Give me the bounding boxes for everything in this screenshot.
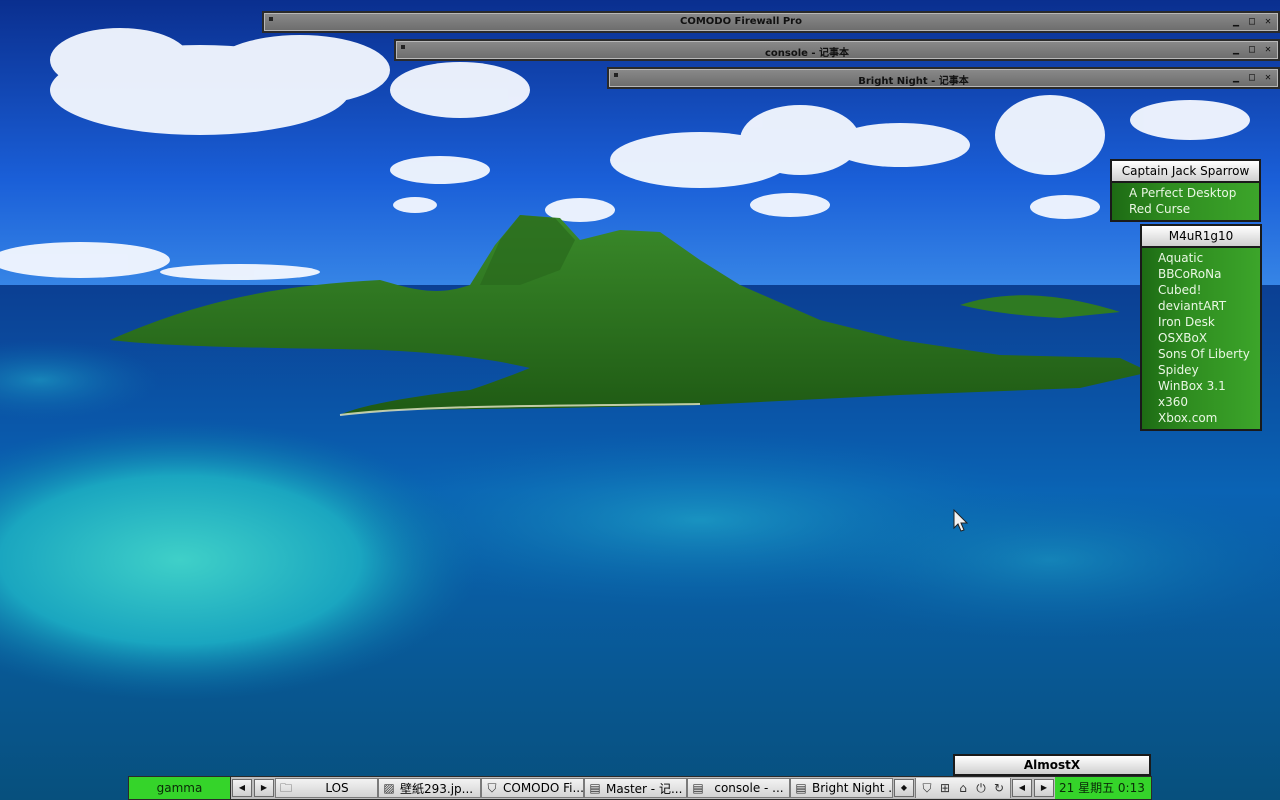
window-title: console - 记事本 bbox=[764, 48, 850, 59]
menu-item[interactable]: Iron Desk bbox=[1158, 314, 1260, 330]
mouse-icon[interactable]: ⌂ bbox=[955, 780, 971, 796]
menu-title[interactable]: Captain Jack Sparrow bbox=[1112, 161, 1259, 183]
task-label: 壁紙293.jp... bbox=[400, 781, 474, 796]
notepad-icon: ▤ bbox=[692, 781, 704, 795]
next-workspace-button[interactable]: ▶ bbox=[254, 779, 274, 797]
almostx-label[interactable]: AlmostX bbox=[953, 754, 1151, 776]
tray-toggle-button[interactable]: ◆ bbox=[894, 779, 914, 797]
menu-captain-jack-sparrow: Captain Jack Sparrow A Perfect Desktop R… bbox=[1110, 159, 1261, 222]
menu-item[interactable]: Cubed! bbox=[1158, 282, 1260, 298]
clock[interactable]: 21 星期五 0:13 bbox=[1055, 777, 1151, 799]
task-label: Master - 记... bbox=[606, 781, 683, 796]
close-button[interactable]: ✕ bbox=[1260, 15, 1276, 29]
folder-icon: 🗀 bbox=[279, 781, 292, 795]
close-button[interactable]: ✕ bbox=[1260, 71, 1276, 85]
notepad-icon: ▤ bbox=[589, 781, 601, 795]
workspace-name[interactable]: gamma bbox=[129, 777, 231, 799]
menu-item[interactable]: Xbox.com bbox=[1158, 410, 1260, 426]
task-button[interactable]: ▤ Bright Night ... bbox=[790, 778, 893, 798]
system-tray: ⛉ ⊞ ⌂ ⏻ ↻ bbox=[915, 778, 1011, 798]
close-button[interactable]: ✕ bbox=[1260, 43, 1276, 57]
window-comodo-firewall[interactable]: COMODO Firewall Pro ▁ □ ✕ bbox=[262, 11, 1280, 33]
menu-item[interactable]: x360 bbox=[1158, 394, 1260, 410]
prev-workspace-button[interactable]: ◀ bbox=[1012, 779, 1032, 797]
window-bright-night[interactable]: Bright Night - 记事本 ▁ □ ✕ bbox=[607, 67, 1280, 89]
menu-title[interactable]: M4uR1g10 bbox=[1142, 226, 1260, 248]
task-button[interactable]: ▤ Master - 记... bbox=[584, 778, 687, 798]
power-icon[interactable]: ⏻ bbox=[973, 780, 989, 796]
shield-icon: ⛉ bbox=[487, 781, 497, 795]
menu-item[interactable]: Aquatic bbox=[1158, 250, 1260, 266]
menu-item[interactable]: Spidey bbox=[1158, 362, 1260, 378]
network-icon[interactable]: ⊞ bbox=[937, 780, 953, 796]
window-title: COMODO Firewall Pro bbox=[679, 16, 802, 27]
desktop-wallpaper bbox=[0, 0, 1280, 800]
menu-item[interactable]: deviantART bbox=[1158, 298, 1260, 314]
notepad-icon: ▤ bbox=[795, 781, 807, 795]
task-label: Bright Night ... bbox=[812, 781, 892, 795]
window-title: Bright Night - 记事本 bbox=[858, 76, 969, 87]
menu-item[interactable]: Red Curse bbox=[1129, 201, 1259, 217]
menu-m4ur1g10: M4uR1g10 Aquatic BBCoRoNa Cubed! deviant… bbox=[1140, 224, 1262, 431]
window-console[interactable]: console - 记事本 ▁ □ ✕ bbox=[394, 39, 1280, 61]
image-icon: ▨ bbox=[383, 781, 395, 795]
menu-item[interactable]: WinBox 3.1 bbox=[1158, 378, 1260, 394]
minimize-button[interactable]: ▁ bbox=[1228, 71, 1244, 85]
taskbar: gamma ◀ ▶ 🗀 LOS ▨ 壁紙293.jp... ⛉ COMODO F… bbox=[128, 776, 1152, 800]
menu-item[interactable]: OSXBoX bbox=[1158, 330, 1260, 346]
shield-icon[interactable]: ⛉ bbox=[919, 780, 935, 796]
task-label: COMODO Fi... bbox=[503, 781, 583, 795]
task-label: LOS bbox=[325, 781, 349, 795]
next-workspace-button[interactable]: ▶ bbox=[1034, 779, 1054, 797]
task-button[interactable]: ▨ 壁紙293.jp... bbox=[378, 778, 481, 798]
prev-workspace-button[interactable]: ◀ bbox=[232, 779, 252, 797]
menu-item[interactable]: A Perfect Desktop bbox=[1129, 185, 1259, 201]
maximize-button[interactable]: □ bbox=[1244, 71, 1260, 85]
menu-item[interactable]: BBCoRoNa bbox=[1158, 266, 1260, 282]
maximize-button[interactable]: □ bbox=[1244, 15, 1260, 29]
update-icon[interactable]: ↻ bbox=[991, 780, 1007, 796]
minimize-button[interactable]: ▁ bbox=[1228, 43, 1244, 57]
task-button[interactable]: ⛉ COMODO Fi... bbox=[481, 778, 584, 798]
maximize-button[interactable]: □ bbox=[1244, 43, 1260, 57]
task-label: console - ... bbox=[714, 781, 784, 795]
task-button[interactable]: 🗀 LOS bbox=[275, 778, 378, 798]
menu-item[interactable]: Sons Of Liberty bbox=[1158, 346, 1260, 362]
task-button[interactable]: ▤ console - ... bbox=[687, 778, 790, 798]
minimize-button[interactable]: ▁ bbox=[1228, 15, 1244, 29]
mouse-pointer-icon bbox=[953, 509, 969, 532]
